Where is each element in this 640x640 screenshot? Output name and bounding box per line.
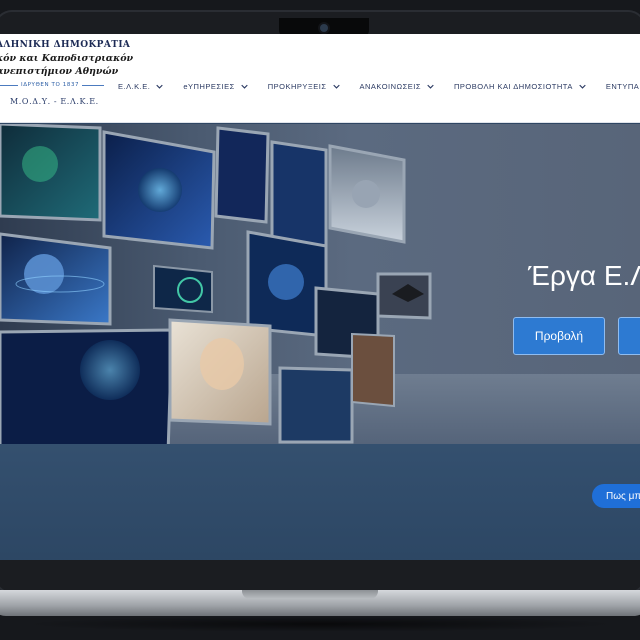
chevron-down-icon bbox=[332, 84, 340, 89]
help-pill-button[interactable]: Πως μπ bbox=[592, 484, 640, 508]
logo-republic-text: ΛΛΗΝΙΚΗ ΔΗΜΟΚΡΑΤΙΑ bbox=[0, 40, 131, 50]
nav-item-label: ΕΝΤΥΠΑ bbox=[605, 81, 640, 91]
nav-item-forms[interactable]: ΕΝΤΥΠΑ bbox=[606, 82, 639, 91]
chevron-down-icon bbox=[241, 84, 248, 89]
logo-founded-text: ΙΔΡΥΘΕΝ ΤΟ 1837 bbox=[18, 82, 83, 88]
hero-view-button[interactable]: Προβολή bbox=[513, 317, 605, 355]
screen-bezel-bottom bbox=[0, 560, 640, 570]
nav-item-announcements[interactable]: ΑΝΑΚΟΙΝΩΣΕΙΣ bbox=[360, 82, 435, 91]
university-logo[interactable]: ΛΛΗΝΙΚΗ ΔΗΜΟΚΡΑΤΙΑ κόν και Καποδιστριακό… bbox=[0, 40, 146, 112]
nav-item-calls[interactable]: ΠΡΟΚΗΡΥΞΕΙΣ bbox=[268, 82, 340, 91]
chevron-down-icon bbox=[427, 84, 434, 89]
nav-item-eservices[interactable]: eΥΠΗΡΕΣΙΕΣ bbox=[183, 81, 248, 91]
nav-item-label: ΠΡΟΒΟΛΗ ΚΑΙ ΔΗΜΟΣΙΟΤΗΤΑ bbox=[454, 81, 573, 91]
main-nav: Ε.Λ.Κ.Ε. eΥΠΗΡΕΣΙΕΣ ΠΡΟΚΗΡΥΞΕΙΣ ΑΝΑΚΟΙΝΩ… bbox=[118, 79, 640, 93]
laptop-shadow bbox=[20, 616, 620, 632]
nav-item-elke[interactable]: Ε.Λ.Κ.Ε. bbox=[118, 81, 164, 91]
laptop-screen: ΛΛΗΝΙΚΗ ΔΗΜΟΚΡΑΤΙΑ κόν και Καποδιστριακό… bbox=[0, 34, 640, 570]
nav-item-label: eΥΠΗΡΕΣΙΕΣ bbox=[183, 81, 235, 91]
hero-title: Έργα Ε.Λ bbox=[528, 260, 640, 291]
laptop-base-notch bbox=[242, 590, 378, 599]
laptop-base bbox=[0, 590, 640, 616]
logo-org-text: Μ.Ο.Δ.Υ. - Ε.Λ.Κ.Ε. bbox=[10, 97, 99, 106]
chevron-down-icon bbox=[156, 84, 164, 89]
nav-item-label: Ε.Λ.Κ.Ε. bbox=[118, 81, 151, 91]
site-header: ΛΛΗΝΙΚΗ ΔΗΜΟΚΡΑΤΙΑ κόν και Καποδιστριακό… bbox=[0, 34, 640, 123]
hero-banner: Έργα Ε.Λ Προβολή bbox=[0, 124, 640, 444]
logo-university-text-2: ανεπιστήμιον Αθηνών bbox=[0, 66, 119, 77]
info-band: Πως μπ bbox=[0, 444, 640, 570]
nav-item-label: ΠΡΟΚΗΡΥΞΕΙΣ bbox=[267, 81, 327, 91]
nav-item-label: ΑΝΑΚΟΙΝΩΣΕΙΣ bbox=[359, 81, 422, 91]
hero-screens-image bbox=[0, 124, 432, 444]
chevron-down-icon bbox=[579, 84, 586, 89]
nav-item-publicity[interactable]: ΠΡΟΒΟΛΗ ΚΑΙ ΔΗΜΟΣΙΟΤΗΤΑ bbox=[454, 82, 586, 91]
hero-secondary-button[interactable] bbox=[618, 317, 640, 355]
logo-university-text: κόν και Καποδιστριακόν bbox=[0, 53, 134, 64]
camera-icon bbox=[320, 24, 328, 32]
